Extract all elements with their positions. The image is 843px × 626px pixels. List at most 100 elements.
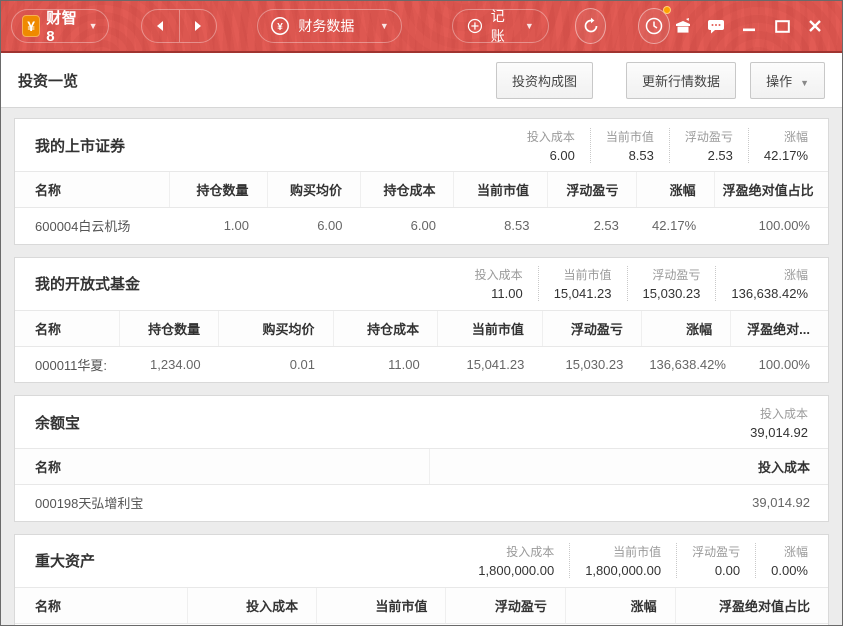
column-header[interactable]: 浮盈绝对值占比 bbox=[714, 172, 828, 208]
titlebar: ¥ 财智8 ▼ ¥ 财务数据 ▼ 记账 ▼ bbox=[1, 1, 842, 53]
back-button[interactable] bbox=[142, 10, 179, 42]
window-controls bbox=[670, 14, 832, 38]
table-row[interactable]: 000011华夏:1,234.000.0111.0015,041.2315,03… bbox=[15, 346, 828, 382]
summary-stat-label: 投入成本 bbox=[475, 266, 523, 283]
table-cell: 1,800,000.00 bbox=[187, 623, 316, 625]
column-header[interactable]: 持仓成本 bbox=[361, 172, 454, 208]
column-header[interactable]: 持仓成本 bbox=[333, 310, 438, 346]
table-row[interactable]: 600004白云机场1.006.006.008.532.5342.17%100.… bbox=[15, 208, 828, 244]
history-nav bbox=[141, 9, 218, 43]
module-dropdown[interactable]: ¥ 财务数据 ▼ bbox=[257, 9, 401, 43]
gift-icon bbox=[674, 18, 692, 34]
table-cell: 0.00 bbox=[446, 623, 566, 625]
add-icon bbox=[467, 16, 483, 36]
holdings-table: 名称持仓数量购买均价持仓成本当前市值浮动盈亏涨幅浮盈绝对值占比600004白云机… bbox=[15, 171, 828, 244]
column-header[interactable]: 持仓数量 bbox=[120, 310, 219, 346]
summary-stat-value: 15,041.23 bbox=[554, 286, 612, 301]
table-cell: 000198天弘增利宝 bbox=[15, 485, 430, 521]
summary-stat-label: 涨幅 bbox=[764, 128, 808, 145]
summary-stat-label: 投入成本 bbox=[527, 128, 575, 145]
column-header[interactable]: 浮动盈亏 bbox=[446, 587, 566, 623]
summary-stat: 投入成本1,800,000.00 bbox=[463, 543, 554, 578]
summary-stat: 当前市值1,800,000.00 bbox=[569, 543, 661, 578]
column-header[interactable]: 名称 bbox=[15, 587, 187, 623]
minimize-button[interactable] bbox=[736, 14, 762, 38]
summary-stat-value: 136,638.42% bbox=[731, 286, 808, 301]
column-header[interactable]: 涨幅 bbox=[565, 587, 675, 623]
forward-button[interactable] bbox=[179, 10, 217, 42]
summary-stat-value: 15,030.23 bbox=[643, 286, 701, 301]
column-header[interactable]: 涨幅 bbox=[637, 172, 714, 208]
column-header[interactable]: 投入成本 bbox=[187, 587, 316, 623]
app-menu-button[interactable]: ¥ 财智8 ▼ bbox=[11, 9, 109, 43]
column-header[interactable]: 涨幅 bbox=[641, 310, 730, 346]
summary-stat: 涨幅42.17% bbox=[748, 128, 808, 163]
table-cell: 11.00 bbox=[333, 346, 438, 382]
summary-stat: 投入成本39,014.92 bbox=[735, 405, 808, 440]
record-entry-button[interactable]: 记账 ▼ bbox=[452, 9, 549, 43]
summary-stat: 当前市值 15,041.23 bbox=[538, 266, 612, 301]
section-summary: 投入成本11.00当前市值15,041.23浮动盈亏15,030.23涨幅136… bbox=[445, 266, 808, 301]
column-header[interactable]: 名称 bbox=[15, 449, 430, 485]
table-cell: 0.00% bbox=[675, 623, 828, 625]
table-row[interactable]: 绿乡COCO十年 房子1,800,000.001,800,000.000.000… bbox=[15, 623, 828, 625]
chat-icon bbox=[707, 19, 725, 34]
summary-stat-label: 投入成本 bbox=[478, 543, 554, 560]
holdings-table: 名称持仓数量购买均价持仓成本当前市值浮动盈亏涨幅浮盈绝对...000011华夏:… bbox=[15, 310, 828, 383]
arrow-left-icon bbox=[154, 20, 166, 32]
composition-chart-button[interactable]: 投资构成图 bbox=[496, 62, 593, 99]
summary-stat-label: 涨幅 bbox=[771, 543, 808, 560]
column-header[interactable]: 当前市值 bbox=[317, 587, 446, 623]
summary-stat-label: 当前市值 bbox=[585, 543, 661, 560]
investment-section-card: 余额宝投入成本39,014.92名称投入成本000198天弘增利宝39,014.… bbox=[14, 395, 829, 522]
column-header[interactable]: 购买均价 bbox=[267, 172, 360, 208]
table-cell: 2.53 bbox=[547, 208, 636, 244]
close-button[interactable] bbox=[802, 14, 828, 38]
summary-stat-label: 投入成本 bbox=[750, 405, 808, 422]
table-row[interactable]: 000198天弘增利宝39,014.92 bbox=[15, 485, 828, 521]
column-header[interactable]: 投入成本 bbox=[430, 449, 828, 485]
table-cell: 绿乡COCO十年 房子 bbox=[15, 623, 187, 625]
column-header[interactable]: 浮动盈亏 bbox=[547, 172, 636, 208]
refresh-button[interactable] bbox=[575, 8, 607, 44]
actions-dropdown-button[interactable]: 操作▼ bbox=[750, 62, 825, 99]
summary-stat-label: 浮动盈亏 bbox=[643, 266, 701, 283]
refresh-quotes-button[interactable]: 更新行情数据 bbox=[626, 62, 736, 99]
clock-icon bbox=[645, 17, 663, 35]
summary-stat: 浮动盈亏0.00 bbox=[676, 543, 740, 578]
reminder-button[interactable] bbox=[638, 8, 670, 44]
holdings-table: 名称投入成本当前市值浮动盈亏涨幅浮盈绝对值占比绿乡COCO十年 房子1,800,… bbox=[15, 587, 828, 626]
column-header[interactable]: 名称 bbox=[15, 172, 169, 208]
column-header[interactable]: 持仓数量 bbox=[169, 172, 267, 208]
page-header: 投资一览 投资构成图 更新行情数据 操作▼ bbox=[1, 53, 842, 108]
section-header: 重大资产投入成本1,800,000.00当前市值1,800,000.00浮动盈亏… bbox=[15, 535, 828, 587]
summary-stat-value: 0.00% bbox=[771, 563, 808, 578]
summary-stat: 涨幅 0.00% bbox=[755, 543, 808, 578]
summary-stat-value: 6.00 bbox=[527, 148, 575, 163]
column-header[interactable]: 浮盈绝对值占比 bbox=[675, 587, 828, 623]
table-header-row: 名称持仓数量购买均价持仓成本当前市值浮动盈亏涨幅浮盈绝对值占比 bbox=[15, 172, 828, 208]
summary-stat: 投入成本 6.00 bbox=[512, 128, 575, 163]
column-header[interactable]: 当前市值 bbox=[454, 172, 547, 208]
summary-stat: 涨幅136,638.42% bbox=[715, 266, 808, 301]
column-header[interactable]: 当前市值 bbox=[438, 310, 543, 346]
maximize-button[interactable] bbox=[769, 14, 795, 38]
column-header[interactable]: 名称 bbox=[15, 310, 120, 346]
table-cell: 600004白云机场 bbox=[15, 208, 169, 244]
holdings-table: 名称投入成本000198天弘增利宝39,014.92 bbox=[15, 448, 828, 521]
section-summary: 投入成本39,014.92 bbox=[720, 405, 808, 440]
table-cell: 000011华夏: bbox=[15, 346, 120, 382]
section-title: 余额宝 bbox=[35, 412, 80, 433]
table-cell: 42.17% bbox=[637, 208, 714, 244]
feedback-button[interactable] bbox=[703, 14, 729, 38]
table-cell: 0.01 bbox=[219, 346, 333, 382]
summary-stat-label: 当前市值 bbox=[554, 266, 612, 283]
column-header[interactable]: 浮盈绝对... bbox=[731, 310, 828, 346]
column-header[interactable]: 购买均价 bbox=[219, 310, 333, 346]
table-cell: 100.00% bbox=[714, 208, 828, 244]
table-cell: 15,030.23 bbox=[542, 346, 641, 382]
gift-button[interactable] bbox=[670, 14, 696, 38]
column-header[interactable]: 浮动盈亏 bbox=[542, 310, 641, 346]
investment-section-card: 重大资产投入成本1,800,000.00当前市值1,800,000.00浮动盈亏… bbox=[14, 534, 829, 626]
section-summary: 投入成本6.00当前市值8.53浮动盈亏2.53涨幅42.17% bbox=[497, 128, 808, 163]
